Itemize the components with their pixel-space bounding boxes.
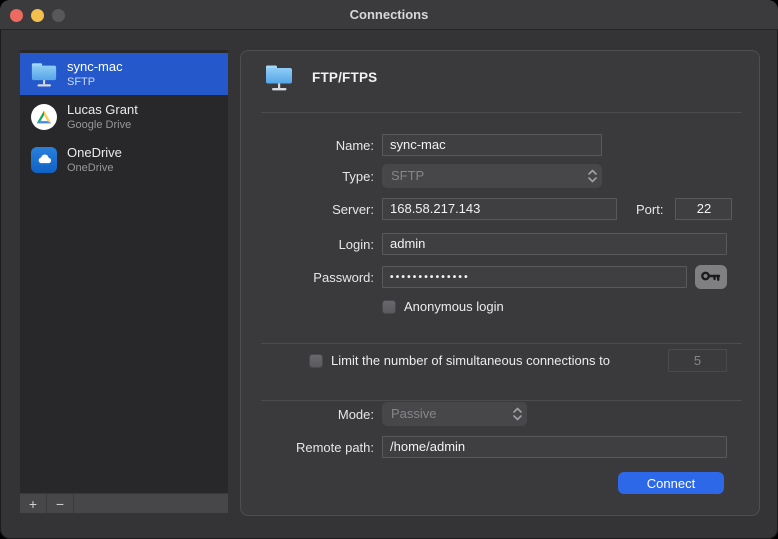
limit-count-input[interactable] (668, 349, 727, 372)
password-label: Password: (241, 270, 374, 285)
server-row: Server: Port: (241, 198, 759, 220)
connection-title: sync-mac (67, 59, 123, 75)
add-connection-button[interactable]: + (20, 494, 47, 513)
title-bar: Connections (0, 0, 778, 30)
server-label: Server: (241, 202, 374, 217)
connection-title: Lucas Grant (67, 102, 138, 118)
name-label: Name: (241, 138, 374, 153)
close-button[interactable] (10, 9, 23, 22)
password-row: Password: (241, 265, 759, 289)
remote-path-input[interactable] (382, 436, 727, 458)
list-item-onedrive[interactable]: OneDrive OneDrive (20, 139, 228, 181)
chevron-up-down-icon (588, 169, 597, 183)
zoom-button (52, 9, 65, 22)
divider (261, 112, 742, 113)
minimize-button[interactable] (31, 9, 44, 22)
window-title: Connections (0, 0, 778, 30)
connect-button[interactable]: Connect (618, 472, 724, 494)
divider (261, 343, 742, 344)
limit-connections-label: Limit the number of simultaneous connect… (331, 353, 610, 368)
divider (261, 400, 742, 401)
show-password-key-button[interactable] (695, 265, 727, 289)
type-select[interactable]: SFTP (382, 164, 602, 188)
toolbar-filler (74, 494, 228, 513)
onedrive-icon (28, 144, 60, 176)
name-input[interactable] (382, 134, 602, 156)
port-input[interactable] (675, 198, 732, 220)
connection-detail-panel: FTP/FTPS Name: Type: SFTP Server: (240, 50, 760, 516)
mode-row: Mode: Passive (241, 402, 759, 426)
key-icon (700, 269, 722, 286)
mode-select-value: Passive (391, 406, 437, 421)
list-item-text: Lucas Grant Google Drive (67, 102, 138, 132)
connections-window: Connections sync-mac SFTP (0, 0, 778, 539)
server-input[interactable] (382, 198, 617, 220)
login-row: Login: (241, 233, 759, 255)
connection-subtitle: OneDrive (67, 161, 122, 175)
type-label: Type: (241, 169, 374, 184)
list-item-text: sync-mac SFTP (67, 59, 123, 89)
type-select-value: SFTP (391, 168, 424, 183)
type-row: Type: SFTP (241, 164, 759, 188)
mode-label: Mode: (241, 407, 374, 422)
protocol-title: FTP/FTPS (312, 70, 377, 85)
connection-subtitle: SFTP (67, 75, 123, 89)
mode-select[interactable]: Passive (382, 402, 527, 426)
google-drive-icon (28, 101, 60, 133)
name-row: Name: (241, 134, 759, 156)
limit-row: Limit the number of simultaneous connect… (241, 349, 759, 372)
list-item-sync-mac[interactable]: sync-mac SFTP (20, 53, 228, 95)
chevron-up-down-icon (513, 407, 522, 421)
password-input[interactable] (382, 266, 687, 288)
remote-path-label: Remote path: (241, 440, 374, 455)
remove-connection-button[interactable]: − (47, 494, 74, 513)
login-label: Login: (241, 237, 374, 252)
port-label: Port: (636, 202, 663, 217)
anonymous-login-label: Anonymous login (404, 299, 504, 314)
connection-subtitle: Google Drive (67, 118, 138, 132)
anonymous-row: Anonymous login (241, 299, 759, 314)
list-toolbar: + − (20, 493, 228, 513)
folder-network-icon (263, 62, 295, 92)
panel-header: FTP/FTPS (263, 62, 377, 92)
folder-network-icon (28, 58, 60, 90)
connections-list: sync-mac SFTP Lucas Grant Google Drive (20, 50, 228, 493)
anonymous-login-checkbox[interactable] (382, 300, 396, 314)
list-item-text: OneDrive OneDrive (67, 145, 122, 175)
limit-connections-checkbox[interactable] (309, 354, 323, 368)
connection-title: OneDrive (67, 145, 122, 161)
list-item-lucas-grant[interactable]: Lucas Grant Google Drive (20, 96, 228, 138)
remote-path-row: Remote path: (241, 436, 759, 458)
login-input[interactable] (382, 233, 727, 255)
